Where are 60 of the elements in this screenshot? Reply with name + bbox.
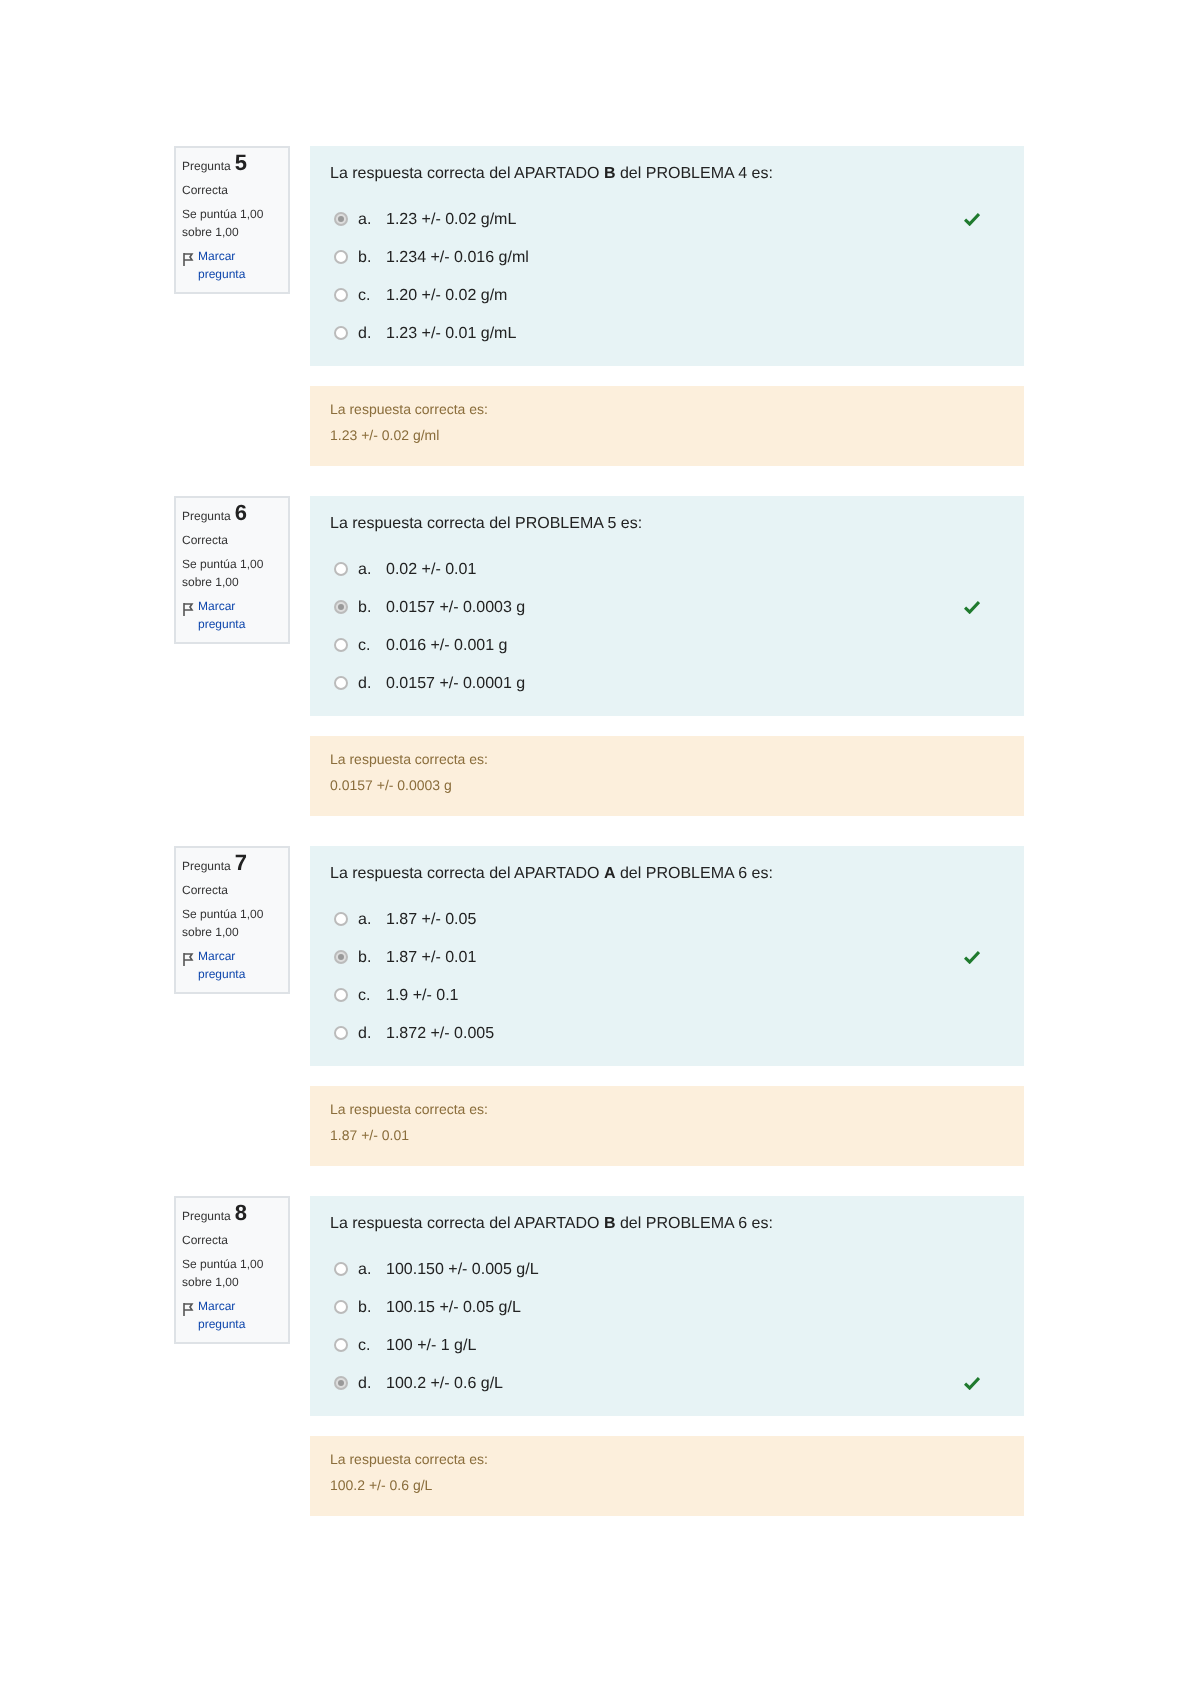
option-text: 1.234 +/- 0.016 g/ml [386, 245, 529, 269]
radio-button[interactable] [334, 912, 348, 926]
option-letter: a. [358, 207, 374, 231]
option-letter: d. [358, 1021, 374, 1045]
option-text: 1.87 +/- 0.05 [386, 907, 477, 931]
radio-button[interactable] [334, 1262, 348, 1276]
option-letter: c. [358, 283, 373, 307]
radio-button[interactable] [334, 988, 348, 1002]
option-text: 100 +/- 1 g/L [386, 1333, 477, 1357]
question-text: La respuesta correcta del APARTADO A del PROBLEMA 6 es: [330, 862, 775, 886]
option-text: 1.20 +/- 0.02 g/m [386, 283, 508, 307]
option-text: 1.9 +/- 0.1 [386, 983, 459, 1007]
option-letter: c. [358, 1333, 373, 1357]
radio-button[interactable] [334, 600, 348, 614]
radio-button[interactable] [334, 1026, 348, 1040]
question-text: La respuesta correcta del APARTADO B del PROBLEMA 6 es: [330, 1212, 775, 1236]
option-text: 0.02 +/- 0.01 [386, 557, 477, 581]
question-text: La respuesta correcta del PROBLEMA 5 es: [330, 512, 645, 536]
option-letter: a. [358, 557, 374, 581]
option-text: 100.2 +/- 0.6 g/L [386, 1371, 503, 1395]
option-text: 1.87 +/- 0.01 [386, 945, 477, 969]
option-letter: a. [358, 1257, 374, 1281]
radio-button[interactable] [334, 676, 348, 690]
option-letter: a. [358, 907, 374, 931]
radio-button[interactable] [334, 950, 348, 964]
option-text: 0.016 +/- 0.001 g [386, 633, 508, 657]
flag-icon [182, 252, 194, 266]
flag-icon [182, 1302, 194, 1316]
option-text: 100.150 +/- 0.005 g/L [386, 1257, 539, 1281]
flag-icon [182, 952, 194, 966]
question-number: 5 [234, 154, 247, 176]
radio-button[interactable] [334, 212, 348, 226]
option-letter: d. [358, 671, 374, 695]
question-number: 6 [234, 504, 247, 526]
radio-button[interactable] [334, 638, 348, 652]
option-letter: b. [358, 945, 374, 969]
radio-button[interactable] [334, 562, 348, 576]
option-text: 1.23 +/- 0.02 g/mL [386, 207, 517, 231]
option-text: 1.872 +/- 0.005 [386, 1021, 495, 1045]
radio-button[interactable] [334, 1376, 348, 1390]
option-letter: c. [358, 633, 373, 657]
option-text: 1.23 +/- 0.01 g/mL [386, 321, 517, 345]
radio-button[interactable] [334, 250, 348, 264]
option-letter: d. [358, 1371, 374, 1395]
option-letter: d. [358, 321, 374, 345]
radio-button[interactable] [334, 288, 348, 302]
question-number: 7 [234, 854, 247, 876]
radio-button[interactable] [334, 1300, 348, 1314]
option-letter: c. [358, 983, 373, 1007]
option-text: 100.15 +/- 0.05 g/L [386, 1295, 521, 1319]
radio-button[interactable] [334, 326, 348, 340]
question-text: La respuesta correcta del APARTADO B del PROBLEMA 4 es: [330, 162, 775, 186]
flag-icon [182, 602, 194, 616]
option-letter: b. [358, 245, 374, 269]
option-text: 0.0157 +/- 0.0003 g [386, 595, 526, 619]
option-letter: b. [358, 1295, 374, 1319]
question-number: 8 [234, 1204, 247, 1226]
option-text: 0.0157 +/- 0.0001 g [386, 671, 526, 695]
option-letter: b. [358, 595, 374, 619]
radio-button[interactable] [334, 1338, 348, 1352]
